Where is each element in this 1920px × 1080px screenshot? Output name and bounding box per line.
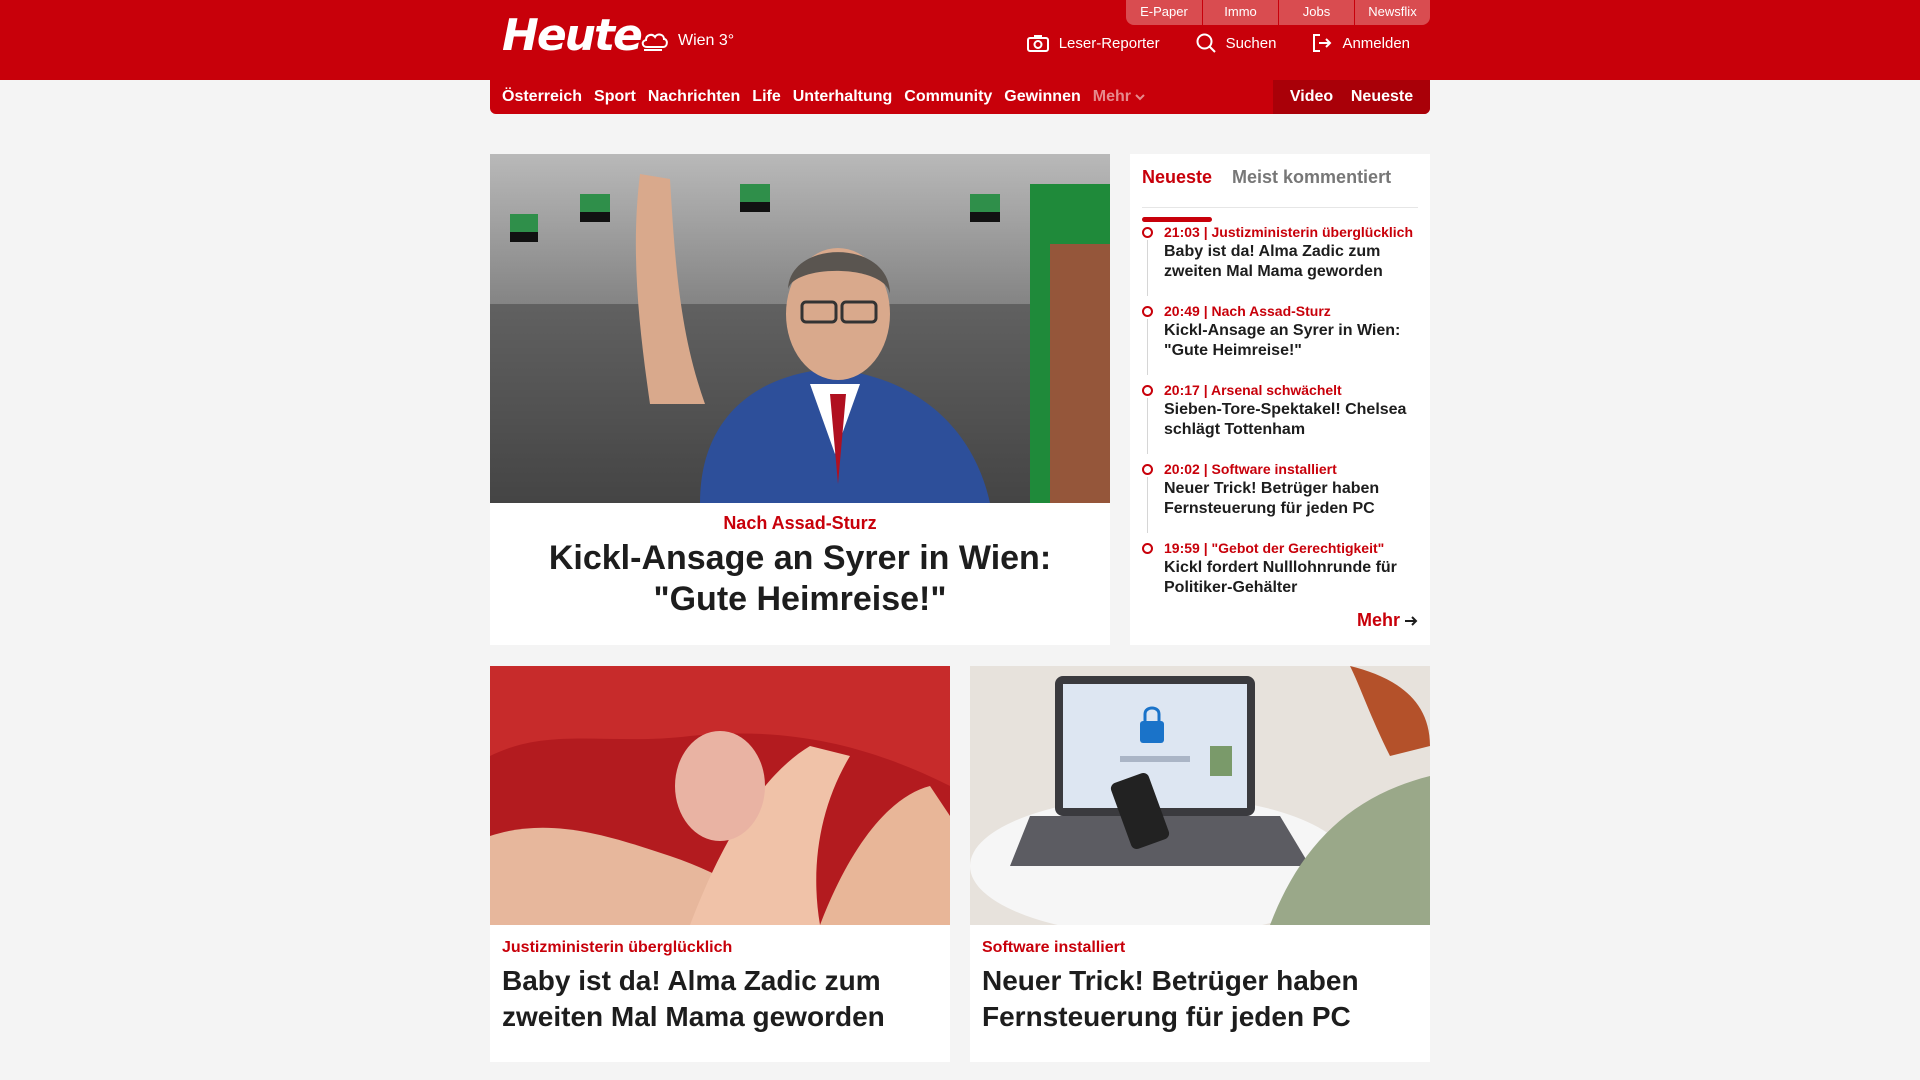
timeline-dot-icon: [1142, 464, 1153, 475]
timeline-line: [1147, 477, 1148, 533]
timeline-item[interactable]: 20:02 | Software installiert Neuer Trick…: [1142, 459, 1418, 538]
timeline-time: 20:49: [1164, 303, 1200, 319]
service-link-newsflix[interactable]: Newsflix: [1354, 0, 1430, 25]
baby-photo-placeholder: [490, 666, 950, 925]
utility-bar: Leser-Reporter Suchen Anmelden: [1026, 33, 1410, 53]
sidebar-more-link[interactable]: Mehr: [1357, 610, 1418, 631]
login-button[interactable]: Anmelden: [1312, 33, 1410, 53]
cloud-icon: [641, 33, 668, 51]
service-links: E-Paper Immo Jobs Newsflix: [1126, 0, 1430, 25]
timeline-title[interactable]: Kickl-Ansage an Syrer in Wien: "Gute Hei…: [1164, 321, 1418, 361]
timeline-topic: Nach Assad-Sturz: [1211, 303, 1331, 319]
nav-item-life[interactable]: Life: [752, 80, 780, 114]
hero-kicker: Nach Assad-Sturz: [723, 513, 877, 533]
leser-reporter-label: Leser-Reporter: [1058, 34, 1160, 52]
card-kicker: Software installiert: [982, 939, 1126, 956]
timeline-item[interactable]: 20:17 | Arsenal schwächelt Sieben-Tore-S…: [1142, 380, 1418, 459]
nav-item-community[interactable]: Community: [904, 80, 992, 114]
laptop-photo-placeholder: [970, 666, 1430, 925]
nav-item-nachrichten[interactable]: Nachrichten: [648, 80, 740, 114]
timeline-item[interactable]: 21:03 | Justizministerin überglücklich B…: [1142, 222, 1418, 301]
article-card[interactable]: Software installiert Neuer Trick! Betrüg…: [970, 666, 1430, 1062]
search-icon: [1196, 33, 1216, 53]
timeline-title[interactable]: Neuer Trick! Betrüger haben Fernsteuerun…: [1164, 479, 1418, 519]
timeline-dot-icon: [1142, 385, 1153, 396]
nav-item-sport[interactable]: Sport: [594, 80, 636, 114]
nav-right: Video Neueste: [1273, 80, 1430, 114]
card-title[interactable]: Neuer Trick! Betrüger haben Fernsteuerun…: [982, 963, 1418, 1035]
search-label: Suchen: [1225, 34, 1277, 52]
timeline-topic: Software installiert: [1211, 461, 1337, 477]
timeline-title[interactable]: Kickl fordert Nulllohnrunde für Politike…: [1164, 558, 1418, 598]
timeline-line: [1147, 398, 1148, 454]
weather-label: Wien 3°: [678, 32, 735, 49]
service-link-epaper[interactable]: E-Paper: [1126, 0, 1202, 25]
timeline-time: 21:03: [1164, 224, 1200, 240]
arrow-right-icon: [1405, 615, 1418, 626]
search-button[interactable]: Suchen: [1196, 33, 1277, 53]
camera-icon: [1026, 35, 1049, 52]
site-header: Heute Wien 3° E-Paper Immo Jobs Newsflix…: [0, 0, 1920, 80]
timeline-meta: 21:03 | Justizministerin überglücklich: [1164, 224, 1414, 240]
chevron-down-icon: [1135, 94, 1145, 101]
timeline-time: 20:02: [1164, 461, 1200, 477]
timeline-time: 20:17: [1164, 382, 1200, 398]
card-title[interactable]: Baby ist da! Alma Zadic zum zweiten Mal …: [502, 963, 938, 1035]
timeline-dot-icon: [1142, 227, 1153, 238]
news-ticker-sidebar: Neueste Meist kommentiert 21:03 | Justiz…: [1130, 154, 1430, 645]
timeline-dot-icon: [1142, 543, 1153, 554]
service-link-jobs[interactable]: Jobs: [1278, 0, 1354, 25]
timeline-line: [1147, 319, 1148, 375]
main-navigation: Österreich Sport Nachrichten Life Unterh…: [490, 80, 1430, 114]
hero-image[interactable]: [490, 154, 1110, 503]
site-logo[interactable]: Heute: [502, 12, 643, 60]
sidebar-tabs: Neueste Meist kommentiert: [1142, 162, 1418, 222]
weather-widget[interactable]: Wien 3°: [638, 26, 734, 56]
timeline-meta: 20:17 | Arsenal schwächelt: [1164, 382, 1342, 398]
login-icon: [1313, 34, 1332, 52]
nav-items: Österreich Sport Nachrichten Life Unterh…: [490, 80, 1145, 114]
article-image[interactable]: [970, 666, 1430, 925]
nav-item-oesterreich[interactable]: Österreich: [502, 80, 582, 114]
timeline-meta: 19:59 | "Gebot der Gerechtigkeit": [1164, 540, 1385, 556]
hero-title[interactable]: Kickl-Ansage an Syrer in Wien: "Gute Hei…: [490, 534, 1110, 620]
article-card[interactable]: Justizministerin überglücklich Baby ist …: [490, 666, 950, 1062]
timeline-line: [1147, 240, 1148, 296]
login-label: Anmelden: [1342, 34, 1410, 52]
nav-more-label: Mehr: [1092, 88, 1131, 105]
header-inner: Heute Wien 3° E-Paper Immo Jobs Newsflix…: [490, 0, 1430, 80]
nav-item-gewinnen[interactable]: Gewinnen: [1004, 80, 1080, 114]
nav-item-unterhaltung[interactable]: Unterhaltung: [793, 80, 893, 114]
sidebar-more-label: Mehr: [1356, 610, 1400, 630]
timeline-title[interactable]: Baby ist da! Alma Zadic zum zweiten Mal …: [1164, 242, 1418, 282]
tab-meist-kommentiert[interactable]: Meist kommentiert: [1232, 162, 1391, 207]
timeline-dot-icon: [1142, 306, 1153, 317]
hero-article[interactable]: Nach Assad-Sturz Kickl-Ansage an Syrer i…: [490, 154, 1110, 645]
news-timeline: 21:03 | Justizministerin überglücklich B…: [1142, 222, 1418, 617]
timeline-meta: 20:49 | Nach Assad-Sturz: [1164, 303, 1331, 319]
timeline-topic: Justizministerin überglücklich: [1211, 224, 1414, 240]
leser-reporter-button[interactable]: Leser-Reporter: [1026, 33, 1160, 53]
nav-more-dropdown[interactable]: Mehr: [1093, 80, 1145, 114]
card-kicker: Justizministerin überglücklich: [502, 939, 733, 956]
tab-neueste[interactable]: Neueste: [1142, 162, 1213, 222]
article-image[interactable]: [490, 666, 950, 925]
nav-item-video[interactable]: Video: [1290, 88, 1333, 106]
nav-item-neueste[interactable]: Neueste: [1351, 88, 1413, 106]
timeline-time: 19:59: [1164, 540, 1200, 556]
timeline-topic: Arsenal schwächelt: [1211, 382, 1342, 398]
timeline-item[interactable]: 20:49 | Nach Assad-Sturz Kickl-Ansage an…: [1142, 301, 1418, 380]
timeline-meta: 20:02 | Software installiert: [1164, 461, 1337, 477]
timeline-title[interactable]: Sieben-Tore-Spektakel! Chelsea schlägt T…: [1164, 400, 1418, 440]
service-link-immo[interactable]: Immo: [1202, 0, 1278, 25]
timeline-item[interactable]: 19:59 | "Gebot der Gerechtigkeit" Kickl …: [1142, 538, 1418, 617]
hero-photo-placeholder: [490, 154, 1110, 503]
timeline-topic: "Gebot der Gerechtigkeit": [1211, 540, 1385, 556]
